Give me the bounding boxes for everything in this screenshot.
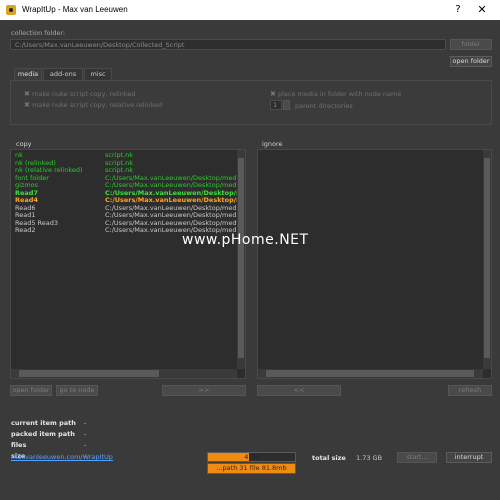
- list-item-path: C:/Users/Max.vanLeeuwen/Desktop/media: [105, 197, 237, 204]
- list-item-name: Read1: [15, 212, 36, 219]
- tab-misc[interactable]: misc: [84, 68, 112, 80]
- copy-horizontal-scrollbar[interactable]: [11, 369, 237, 378]
- relinked-checkbox[interactable]: ✖ make nuke script copy, relinked: [24, 90, 136, 98]
- list-item-name: Read4: [15, 197, 38, 204]
- total-progress-bar: 47%: [207, 452, 296, 462]
- copy-vertical-scrollbar[interactable]: [237, 150, 245, 369]
- move-to-ignore-button[interactable]: >>: [162, 385, 246, 396]
- list-item[interactable]: font folder C:/Users/Max.vanLeeuwen/Deskt…: [13, 175, 237, 183]
- list-item-path: C:/Users/Max.vanLeeuwen/Desktop/media: [105, 219, 237, 227]
- collection-folder-label: collection folder:: [11, 29, 66, 37]
- open-collection-folder-button[interactable]: open folder: [450, 56, 492, 67]
- ignore-label: ignore: [262, 140, 283, 148]
- list-item-name: Read7: [15, 189, 38, 197]
- scrollbar-thumb[interactable]: [19, 370, 159, 377]
- list-item-name: nk: [15, 152, 23, 159]
- list-item-path: C:/Users/Max.vanLeeuwen/Desktop/media: [105, 212, 237, 219]
- window-title: WrapItUp - Max van Leeuwen: [22, 5, 128, 14]
- total-size-value: 1.73 GB: [356, 454, 383, 462]
- list-item-name: Read2: [15, 227, 36, 234]
- list-item-name: Read5 Read3: [15, 219, 59, 227]
- list-item-path: C:/Users/Max.vanLeeuwen/Desktop/media: [105, 174, 237, 182]
- list-item[interactable]: Read7 C:/Users/Max.vanLeeuwen/Desktop/med…: [13, 190, 237, 198]
- relative-relinked-checkbox[interactable]: ✖ make nuke script copy, relative relinke…: [24, 101, 162, 109]
- ignore-vertical-scrollbar[interactable]: [483, 150, 491, 369]
- ignore-horizontal-scrollbar[interactable]: [258, 369, 483, 378]
- checkmark-icon: ✖: [24, 101, 30, 109]
- list-item[interactable]: Read4 C:/Users/Max.vanLeeuwen/Desktop/med…: [13, 197, 237, 205]
- list-item-name: Read6: [15, 204, 36, 212]
- help-button[interactable]: ?: [448, 3, 468, 17]
- parent-directories-label: parent directories: [295, 102, 353, 110]
- scrollbar-thumb[interactable]: [238, 158, 244, 358]
- relinked-label: make nuke script copy, relinked: [32, 90, 136, 98]
- packed-item-path-label: packed item path: [11, 430, 75, 438]
- spinbox-arrows-icon[interactable]: [283, 100, 290, 110]
- files-label: files: [11, 441, 27, 449]
- move-to-copy-button[interactable]: <<: [257, 385, 341, 396]
- file-progress-text: ...path 31 file 81.8mb: [216, 464, 287, 472]
- list-item-path: script.nk: [105, 167, 134, 174]
- watermark-text: www.pHome.NET: [182, 232, 309, 248]
- folder-button[interactable]: folder: [450, 39, 492, 50]
- refresh-button[interactable]: refresh: [448, 385, 492, 396]
- tab-media[interactable]: media: [14, 68, 42, 80]
- list-item-name: gizmos: [15, 182, 39, 189]
- packed-item-path-value: -: [84, 430, 87, 438]
- list-item[interactable]: Read1 C:/Users/Max.vanLeeuwen/Desktop/med…: [13, 212, 237, 220]
- list-item-path: C:/Users/Max.vanLeeuwen/Desktop/media: [105, 204, 237, 212]
- start-button[interactable]: start...: [397, 452, 437, 463]
- list-item-name: nk (relinked): [15, 159, 56, 167]
- relative-relinked-label: make nuke script copy, relative relinked: [32, 101, 163, 109]
- checkmark-icon: ✖: [270, 90, 276, 98]
- parent-directories-spinbox[interactable]: 1: [270, 100, 282, 110]
- list-item[interactable]: Read5 Read3 C:/Users/Max.vanLeeuwen/Deskt…: [13, 220, 237, 228]
- files-value: -: [84, 441, 87, 449]
- list-item[interactable]: nk script.nk: [13, 152, 237, 160]
- tab-add-ons[interactable]: add-ons: [43, 68, 83, 80]
- file-progress-bar: ...path 31 file 81.8mb: [207, 463, 296, 474]
- current-item-path-value: -: [84, 419, 87, 427]
- copy-label: copy: [16, 140, 32, 148]
- website-link[interactable]: maxvanleeuwen.com/WrapItUp: [11, 453, 113, 461]
- list-item-name: nk (relative relinked): [15, 167, 83, 174]
- current-item-path-label: current item path: [11, 419, 76, 427]
- total-size-label: total size: [312, 454, 346, 462]
- place-media-checkbox[interactable]: ✖ place media in folder with node name: [270, 90, 401, 98]
- list-item[interactable]: nk (relative relinked) script.nk: [13, 167, 237, 175]
- list-item[interactable]: Read6 C:/Users/Max.vanLeeuwen/Desktop/med…: [13, 205, 237, 213]
- list-item-path: C:/Users/Max.vanLeeuwen/Desktop/media: [105, 189, 237, 197]
- total-progress-text: 47%: [244, 453, 259, 461]
- ignore-list[interactable]: [257, 149, 492, 379]
- list-item-path: script.nk: [105, 152, 134, 159]
- list-item[interactable]: gizmos C:/Users/Max.vanLeeuwen/Desktop/me…: [13, 182, 237, 190]
- list-item-name: font folder: [15, 174, 49, 182]
- scrollbar-thumb[interactable]: [266, 370, 474, 377]
- interrupt-button[interactable]: interrupt: [446, 452, 492, 463]
- place-media-label: place media in folder with node name: [278, 90, 402, 98]
- list-item-path: C:/Users/Max.vanLeeuwen/Desktop/media: [105, 182, 237, 189]
- copy-list[interactable]: nk script.nk nk (relinked) script.nk nk (rel…: [10, 149, 246, 379]
- app-icon: [6, 5, 16, 15]
- list-item-path: script.nk: [105, 159, 134, 167]
- collection-folder-input[interactable]: C:/Users/Max.vanLeeuwen/Desktop/Collecte…: [10, 39, 446, 50]
- checkmark-icon: ✖: [24, 90, 30, 98]
- scrollbar-thumb[interactable]: [484, 158, 490, 358]
- go-to-node-button[interactable]: go to node: [56, 385, 98, 396]
- open-folder-button[interactable]: open folder: [10, 385, 52, 396]
- close-button[interactable]: ✕: [472, 3, 492, 17]
- list-item[interactable]: nk (relinked) script.nk: [13, 160, 237, 168]
